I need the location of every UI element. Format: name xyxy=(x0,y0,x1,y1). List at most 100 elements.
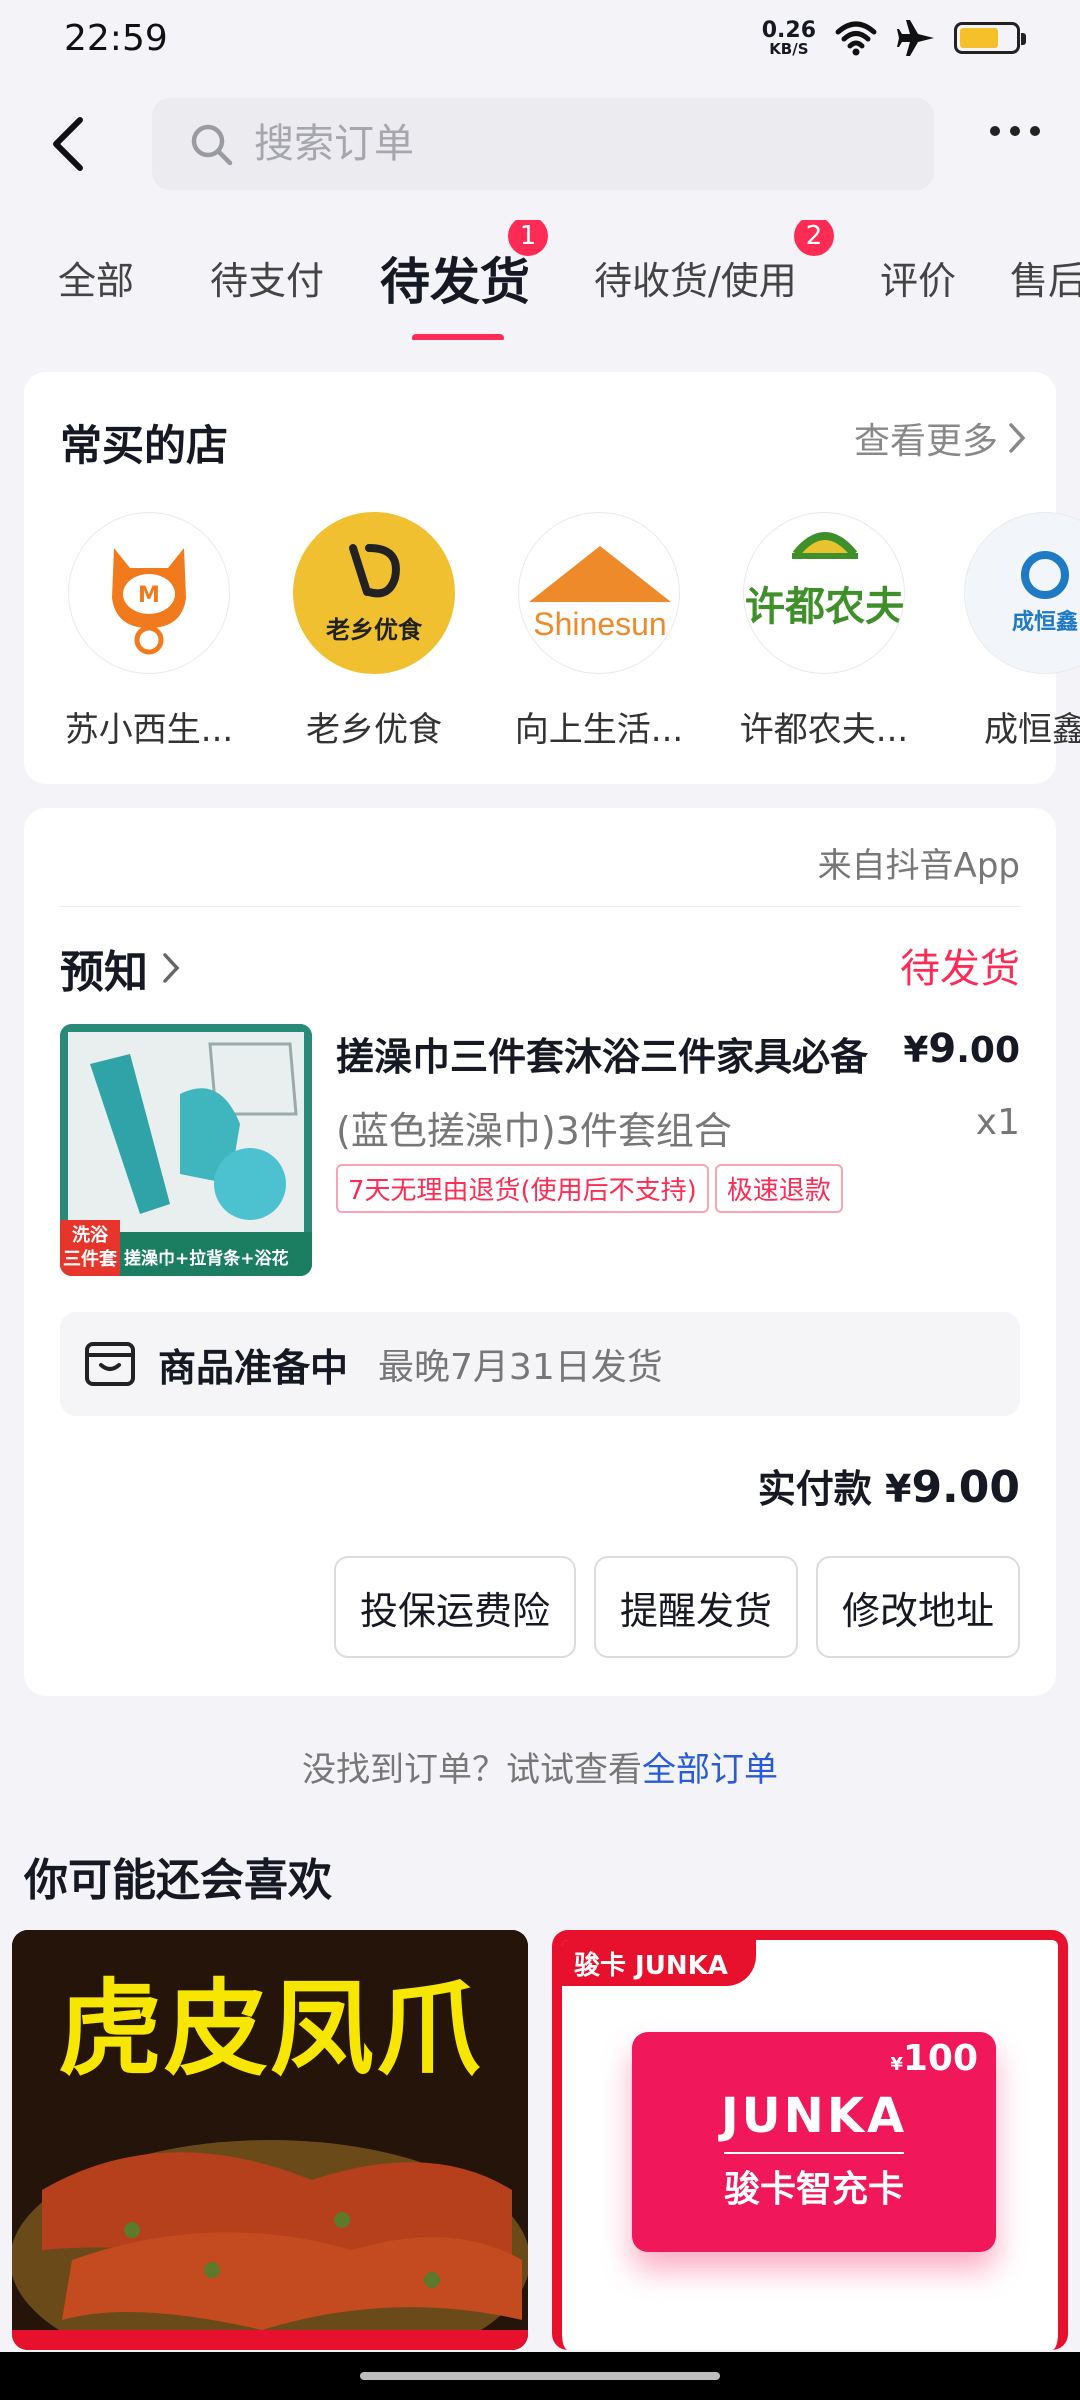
fox-logo-icon: M xyxy=(112,548,186,655)
product-spec: (蓝色搓澡巾)3件套组合 xyxy=(336,1109,732,1153)
store-item[interactable]: Shinesun 向上生活... xyxy=(504,512,694,751)
order-actions: 投保运费险 提醒发货 修改地址 xyxy=(333,1556,1020,1658)
store-logo: Shinesun xyxy=(518,512,680,674)
all-orders-link[interactable]: 全部订单 xyxy=(642,1750,778,1790)
shipping-status-box[interactable]: 商品准备中 最晚7月31日发货 xyxy=(60,1312,1020,1416)
tab-pending-receipt[interactable]: 待收货/使用 xyxy=(594,250,797,305)
more-dot-icon xyxy=(1010,126,1020,136)
tab-pending-shipment[interactable]: 待发货 xyxy=(380,242,530,314)
paid-label: 实付款 xyxy=(757,1467,872,1511)
home-indicator xyxy=(0,2352,1080,2400)
remind-shipment-button[interactable]: 提醒发货 xyxy=(593,1556,798,1658)
shop-name-link[interactable]: 预知 xyxy=(60,936,180,1000)
more-dot-icon xyxy=(990,126,1000,136)
svg-text:M: M xyxy=(138,583,160,608)
recommend-title: 你可能还会喜欢 xyxy=(24,1855,332,1906)
farmer-hat-icon xyxy=(792,532,858,559)
section-title: 常买的店 xyxy=(60,421,229,470)
store-logo: M xyxy=(68,512,230,674)
status-bar: 22:59 0.26 KB/S xyxy=(0,0,1080,84)
store-name: 老乡优食 xyxy=(306,710,442,750)
service-tags: 7天无理由退货(使用后不支持) 极速退款 xyxy=(336,1164,843,1213)
order-card[interactable]: 来自抖音App 预知 待发货 洗浴 三件套 搓澡巾+拉背条+浴花 搓澡巾三件套沐… xyxy=(24,808,1056,1696)
chengheng-logo-icon xyxy=(1020,551,1069,599)
store-name: 成恒鑫 xyxy=(984,710,1080,750)
store-logo-text: 成恒鑫 xyxy=(1011,610,1078,635)
see-more-link[interactable]: 查看更多 xyxy=(854,412,1026,464)
service-tag: 7天无理由退货(使用后不支持) xyxy=(336,1164,709,1213)
paid-value: 9.00 xyxy=(911,1462,1020,1513)
status-icons: 0.26 KB/S xyxy=(761,17,1026,58)
store-item[interactable]: M 苏小西生... xyxy=(54,512,244,751)
gift-card-value-symbol: ¥ xyxy=(890,2054,903,2075)
tab-pending-payment[interactable]: 待支付 xyxy=(210,250,324,305)
store-name: 苏小西生... xyxy=(64,710,234,750)
network-speed-value: 0.26 xyxy=(761,17,816,43)
store-item[interactable]: 老乡优食 老乡优食 xyxy=(279,512,469,751)
product-price: ¥9.00 xyxy=(903,1026,1020,1072)
recommend-item[interactable]: 虎皮凤爪 xyxy=(12,1930,528,2350)
status-time: 22:59 xyxy=(64,18,168,59)
store-item[interactable]: 成恒鑫 成恒鑫 xyxy=(954,512,1080,751)
wifi-icon xyxy=(835,21,877,56)
search-icon xyxy=(191,124,233,166)
recommend-item-title: 虎皮凤爪 xyxy=(57,1968,482,2090)
tab-review[interactable]: 评价 xyxy=(880,250,956,305)
search-input[interactable] xyxy=(254,121,854,167)
laoxiang-logo-icon xyxy=(349,543,400,597)
network-speed-unit: KB/S xyxy=(769,39,809,58)
price-integer: 9 xyxy=(928,1026,957,1072)
chevron-right-icon xyxy=(1009,423,1026,453)
product-image-badge: 洗浴 三件套 xyxy=(60,1220,120,1276)
frequent-stores-card: 常买的店 查看更多 M 苏小西生... 老乡优食 老乡优食 Shinesun 向… xyxy=(24,372,1080,784)
product-quantity: x1 xyxy=(975,1102,1020,1143)
store-item[interactable]: 许都农夫 许都农夫... xyxy=(729,512,919,751)
product-image[interactable]: 洗浴 三件套 搓澡巾+拉背条+浴花 xyxy=(60,1024,312,1276)
store-logo: 许都农夫 xyxy=(743,512,905,674)
store-logo: 老乡优食 xyxy=(293,512,455,674)
see-more-label: 查看更多 xyxy=(853,421,998,462)
tab-after-sales[interactable]: 售后 xyxy=(1010,250,1080,305)
paid-amount: 实付款 ¥9.00 xyxy=(758,1458,1020,1513)
store-name: 向上生活... xyxy=(514,710,684,750)
store-logo-text: Shinesun xyxy=(533,606,667,642)
product-image-caption: 搓澡巾+拉背条+浴花 xyxy=(124,1249,289,1269)
recommend-item[interactable]: 骏卡 JUNKA ¥100 JUNKA 骏卡智充卡 xyxy=(552,1930,1068,2350)
hint-text: 没找到订单？试试查看 xyxy=(302,1750,642,1790)
header xyxy=(0,96,1080,192)
gift-card-graphic: ¥100 JUNKA 骏卡智充卡 xyxy=(632,2032,996,2252)
airplane-icon xyxy=(897,20,934,56)
divider xyxy=(60,906,1020,907)
back-arrow-icon xyxy=(53,117,83,171)
shop-name: 预知 xyxy=(60,947,148,998)
shipping-status: 商品准备中 xyxy=(158,1345,349,1390)
store-name: 许都农夫... xyxy=(739,710,909,750)
store-logo-text: 许都农夫 xyxy=(745,584,905,630)
shipping-insurance-button[interactable]: 投保运费险 xyxy=(333,1556,576,1658)
store-logo-text: 老乡优食 xyxy=(326,615,422,644)
paid-symbol: ¥ xyxy=(884,1467,912,1511)
gift-card-value: ¥100 xyxy=(890,2038,978,2079)
tab-badge: 2 xyxy=(794,220,834,256)
gift-card-subtitle: 骏卡智充卡 xyxy=(723,2169,904,2210)
more-options-button[interactable] xyxy=(990,126,1040,136)
price-decimal: .00 xyxy=(956,1030,1020,1071)
change-address-button[interactable]: 修改地址 xyxy=(815,1556,1020,1658)
service-tag: 极速退款 xyxy=(714,1164,843,1213)
product-title[interactable]: 搓澡巾三件套沐浴三件家具必备 xyxy=(336,1026,896,1081)
back-button[interactable] xyxy=(40,116,96,172)
tab-all[interactable]: 全部 xyxy=(58,250,134,305)
tab-badge: 1 xyxy=(508,220,548,256)
store-logo: 成恒鑫 xyxy=(964,512,1080,674)
shipping-note: 最晚7月31日发货 xyxy=(378,1347,663,1388)
battery-icon xyxy=(954,22,1026,54)
network-speed: 0.26 KB/S xyxy=(761,17,816,58)
active-tab-indicator xyxy=(412,334,504,340)
price-symbol: ¥ xyxy=(903,1030,929,1071)
package-box-icon xyxy=(85,1342,135,1386)
chevron-right-icon xyxy=(163,953,180,983)
order-tabs: 全部 待支付 待发货 1 待收货/使用 2 评价 售后 xyxy=(0,220,1080,340)
search-bar[interactable] xyxy=(152,98,934,190)
home-indicator-bar[interactable] xyxy=(360,2372,720,2380)
gift-card-title: JUNKA xyxy=(720,2088,908,2144)
